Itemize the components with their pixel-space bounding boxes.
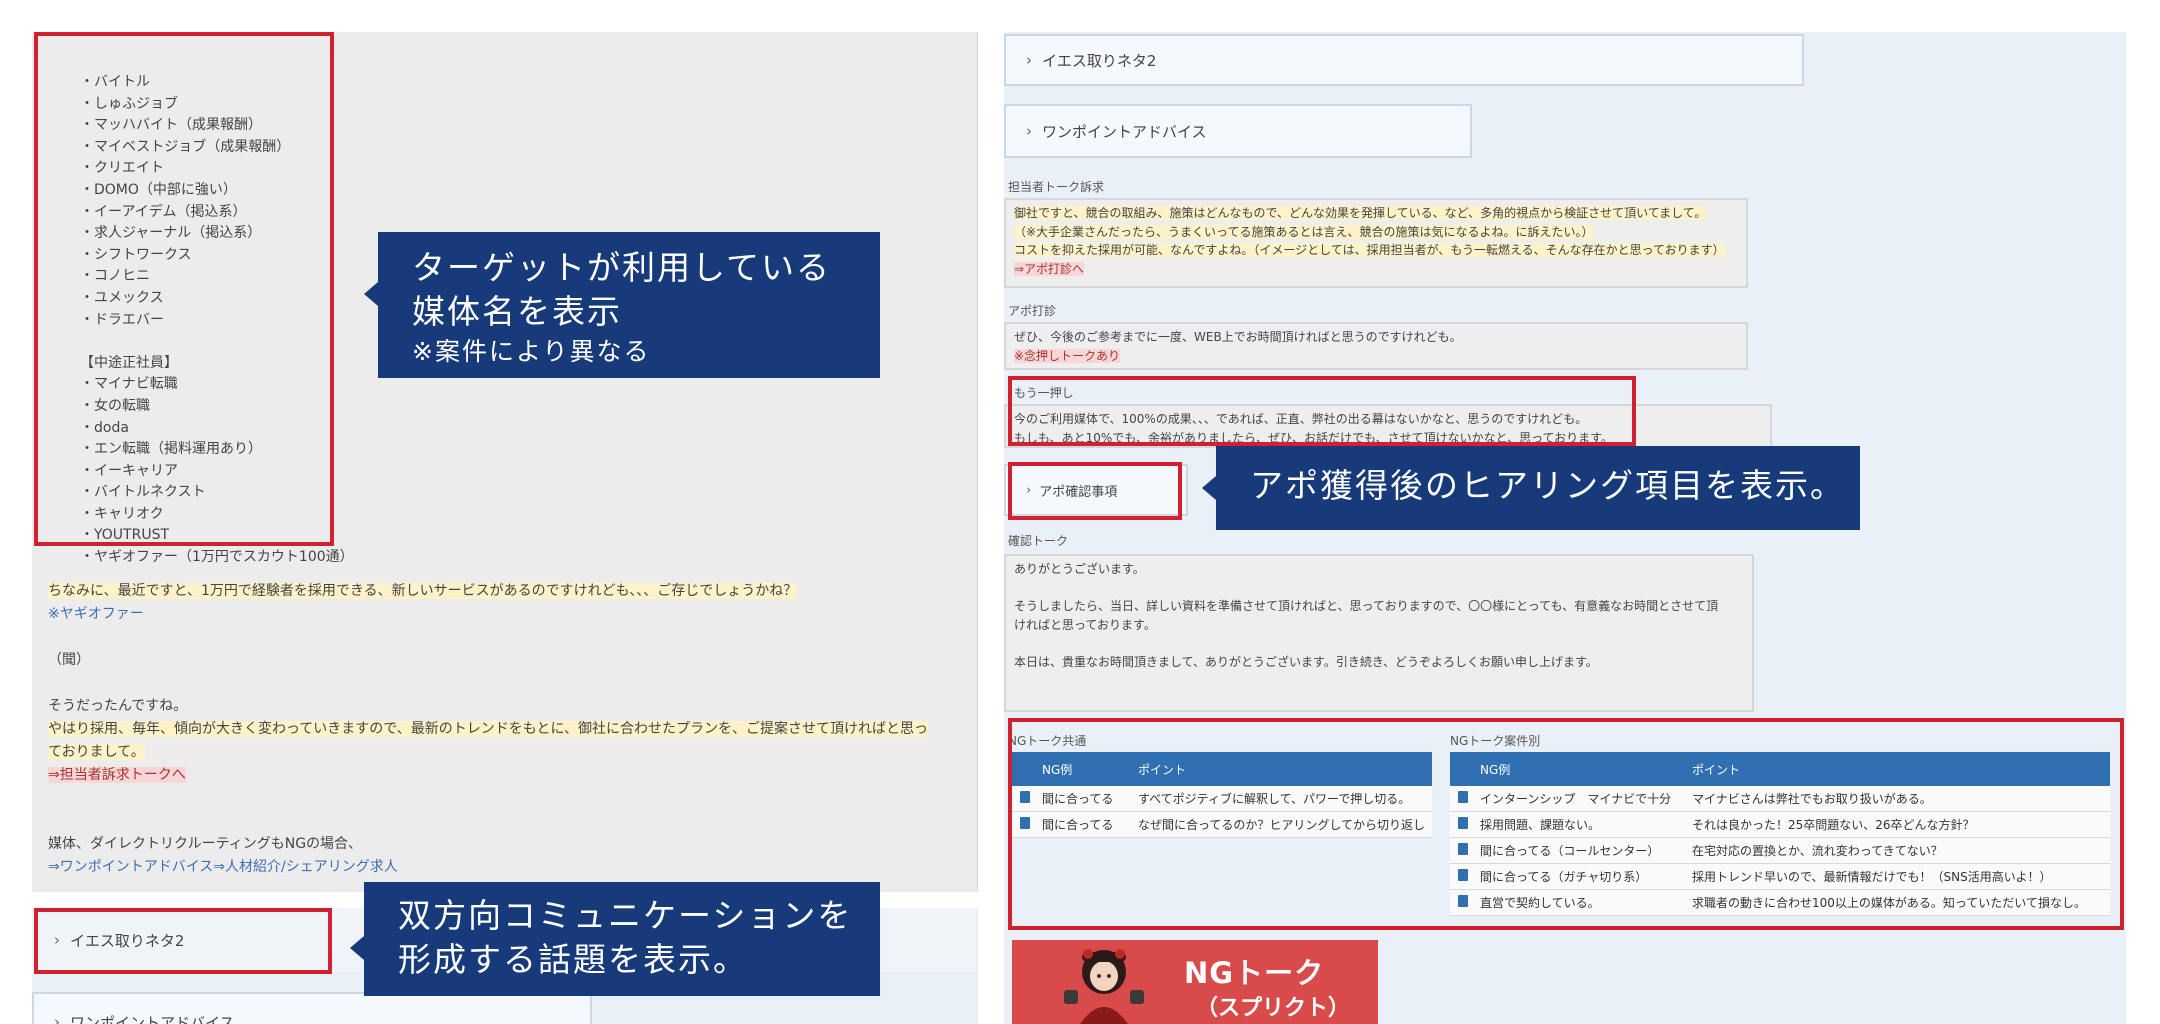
script-line-text: ⇒ワンポイントアドバイス⇒人材紹介/シェアリング求人 [48,859,398,875]
script-line [48,626,928,649]
right-one-point-label: ワンポイントアドバイス [1042,122,1207,141]
topic-callout: 双方向コミュニケーションを 形成する話題を表示。 [350,882,880,996]
script-line: （聞） [48,649,928,672]
script-line: ちなみに、最近ですと、1万円で経験者を採用できる、新しいサービスがあるのですけれ… [48,580,928,603]
script-line[interactable]: ⇒担当者訴求トークへ [48,764,928,787]
media-callout: ターゲットが利用している 媒体名を表示 ※案件により異なる [364,232,880,378]
script-line-text: そうだったんですね。 [48,698,188,714]
script-line: 本日は、貴重なお時間頂きまして、ありがとうございます。引き続き、どうぞよろしくお… [1014,653,1744,672]
left-one-point-label: ワンポイントアドバイス [70,1013,235,1024]
confirm-highlight-frame [1008,462,1182,520]
hearing-callout: アポ獲得後のヒアリング項目を表示。 [1202,446,1860,530]
script-line: そうしましたら、当日、詳しい資料を準備させて頂ければと、思っておりますので、〇〇… [1014,597,1744,616]
script-line [48,787,928,810]
media-callout-line2: 媒体名を表示 [412,292,622,331]
script-line: 御社ですと、競合の取組み、施策はどんなもので、どんな効果を発揮している、など、多… [1014,204,1738,223]
right-one-point-item[interactable]: › ワンポイントアドバイス [1004,104,1472,158]
script-line [48,810,928,833]
script-line-text: ⇒アポ打診へ [1014,261,1085,276]
section-label-apo: アポ打診 [1008,304,1057,318]
chevron-right-icon: › [54,1013,60,1024]
script-line [48,672,928,695]
right-yes-topic-item[interactable]: › イエス取りネタ2 [1004,34,1804,86]
right-yes-topic-label: イエス取りネタ2 [1042,51,1157,70]
section-label-tanto: 担当者トーク訴求 [1008,180,1105,194]
talk-box-apo: ぜひ、今後のご参考までに一度、WEB上でお時間頂ければと思うのですけれども。 ※念… [1004,322,1748,370]
hearing-callout-text: アポ獲得後のヒアリング項目を表示。 [1250,466,1845,505]
script-line-text: ておりまして。 [48,744,145,760]
topic-callout-line1: 双方向コミュニケーションを [398,896,853,935]
script-line[interactable]: ⇒アポ打診へ [1014,260,1738,279]
script-line: 媒体、ダイレクトリクルーティングもNGの場合、 [48,833,928,856]
media-callout-line1: ターゲットが利用している [412,248,832,287]
script-line-text: やはり採用、毎年、傾向が大きく変わっていきますので、最新のトレンドをもとに、御社… [48,721,929,737]
script-line: （※大手企業さんだったら、うまくいってる施策あるとは言え、競合の施策は気になるよ… [1014,223,1738,242]
script-line-text: ありがとうございます。 [1014,562,1145,576]
talk-box-tanto: 御社ですと、競合の取組み、施策はどんなもので、どんな効果を発揮している、など、多… [1004,198,1748,288]
script-line: ぜひ、今後のご参考までに一度、WEB上でお時間頂ければと思うのですけれども。 [1014,328,1738,347]
script-line-text: コストを抑えた採用が可能、なんですよね。（イメージとしては、採用担当者が、もう一… [1014,243,1725,257]
script-line-text: そうしましたら、当日、詳しい資料を準備させて頂ければと、思っておりますので、〇〇… [1014,599,1719,613]
ng-table-highlight-frame [1008,718,2124,930]
talk-box-confirm: ありがとうございます。 そうしましたら、当日、詳しい資料を準備させて頂ければと、… [1004,554,1754,712]
push-highlight-frame [1008,376,1636,446]
script-line [1014,634,1744,653]
script-line-text: ければと思っております。 [1014,617,1156,632]
script-line: やはり採用、毎年、傾向が大きく変わっていきますので、最新のトレンドをもとに、御社… [48,718,929,741]
topic-callout-line2: 形成する話題を表示。 [398,940,748,979]
chevron-right-icon: › [1026,51,1032,69]
ng-talk-banner-subtitle: （スプリクト） [1196,996,1351,1021]
media-list-highlight-frame [34,32,334,546]
script-line-text: 本日は、貴重なお時間頂きまして、ありがとうございます。引き続き、どうぞよろしくお… [1014,654,1598,669]
script-line: ければと思っております。 [1014,616,1744,635]
media-item: ・ヤギオファー（1万円でスカウト100通） [80,549,354,566]
script-line: そうだったんですね。 [48,695,928,718]
script-line-text: ※ヤギオファー [48,606,144,622]
script-line-text: ちなみに、最近ですと、1万円で経験者を採用できる、新しいサービスがあるのですけれ… [48,583,798,599]
script-line: ておりまして。 [48,741,928,764]
script-line[interactable]: ※ヤギオファー [48,603,928,626]
left-one-point-item[interactable]: › ワンポイントアドバイス [32,992,592,1024]
script-line[interactable]: ※念押しトークあり [1014,347,1738,366]
script-line-text: （※大手企業さんだったら、うまくいってる施策あるとは言え、競合の施策は気になるよ… [1014,224,1594,239]
script-line-text: （聞） [48,652,90,668]
yes-topic-highlight-frame [34,908,332,974]
script-line[interactable]: ⇒ワンポイントアドバイス⇒人材紹介/シェアリング求人 [48,856,928,879]
script-line [1014,579,1744,598]
chevron-right-icon: › [1026,122,1032,140]
script-line-text: ぜひ、今後のご参考までに一度、WEB上でお時間頂ければと思うのですけれども。 [1014,330,1462,344]
script-line-text: ※念押しトークあり [1014,348,1121,363]
script-line-text: ⇒担当者訴求トークへ [48,767,186,783]
ng-talk-banner-title: NGトーク [1184,956,1325,990]
mascot-character-icon [1064,949,1144,1024]
left-script-text: ちなみに、最近ですと、1万円で経験者を採用できる、新しいサービスがあるのですけれ… [48,580,929,879]
ng-talk-banner[interactable]: NGトーク （スプリクト） [1012,940,1378,1024]
script-line-text: 媒体、ダイレクトリクルーティングもNGの場合、 [48,836,363,852]
media-callout-note: ※案件により異なる [412,337,651,366]
script-line: ありがとうございます。 [1014,560,1744,579]
script-line: コストを抑えた採用が可能、なんですよね。（イメージとしては、採用担当者が、もう一… [1014,241,1738,260]
section-label-confirm: 確認トーク [1008,534,1069,548]
script-line-text: 御社ですと、競合の取組み、施策はどんなもので、どんな効果を発揮している、など、多… [1014,206,1707,220]
